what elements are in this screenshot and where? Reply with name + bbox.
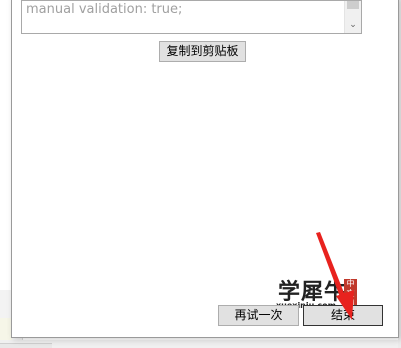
vertical-scrollbar[interactable]: ⌄ bbox=[344, 1, 361, 33]
screen: manual validation: true; ⌄ 复制到剪贴板 学犀牛 xu… bbox=[0, 0, 401, 348]
background-strip bbox=[0, 340, 401, 348]
finish-button[interactable]: 结束 bbox=[303, 305, 383, 326]
chevron-down-icon[interactable]: ⌄ bbox=[345, 17, 361, 33]
retry-button[interactable]: 再试一次 bbox=[218, 305, 299, 326]
details-text: manual validation: true; bbox=[26, 2, 183, 17]
copy-to-clipboard-button[interactable]: 复制到剪贴板 bbox=[159, 41, 246, 62]
scroll-thumb[interactable] bbox=[347, 1, 359, 9]
details-textarea[interactable]: manual validation: true; ⌄ bbox=[21, 0, 362, 34]
background-taskbar-edge bbox=[0, 343, 52, 348]
